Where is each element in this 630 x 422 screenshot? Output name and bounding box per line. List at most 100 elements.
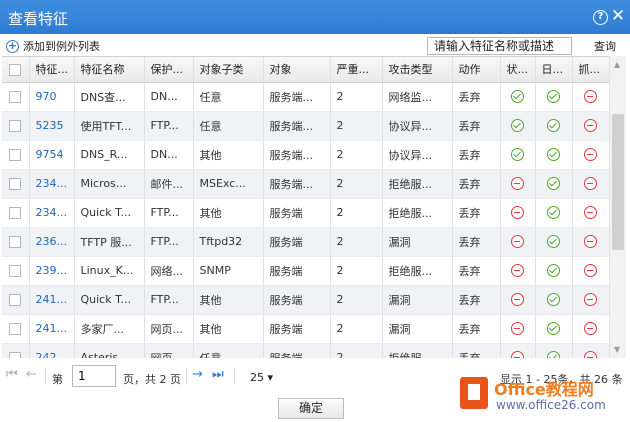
help-icon[interactable]: ?	[593, 10, 608, 25]
vertical-scrollbar[interactable]: ▲ ▼	[609, 56, 626, 358]
minus-circle-icon[interactable]	[584, 148, 597, 162]
column-header[interactable]: 特征名称	[74, 57, 145, 83]
severity-cell: 2	[330, 256, 383, 286]
minus-circle-icon[interactable]	[511, 206, 524, 220]
signature-id-link[interactable]: 234...	[29, 169, 75, 199]
check-circle-icon[interactable]	[547, 119, 560, 133]
protect-object: FTP...	[144, 111, 194, 141]
row-checkbox[interactable]	[2, 285, 30, 315]
column-header[interactable]: 保护...	[144, 57, 194, 83]
check-circle-icon[interactable]	[547, 206, 560, 220]
check-circle-icon[interactable]	[547, 90, 560, 104]
minus-circle-icon[interactable]	[584, 351, 597, 358]
close-icon[interactable]: ✕	[610, 7, 626, 25]
add-to-exception-button[interactable]: + 添加到例外列表	[6, 38, 100, 54]
table-row[interactable]: 236... TFTP 服... FTP... Tftpd32 服务端 2 漏洞 丢弃	[2, 227, 609, 257]
check-circle-icon[interactable]	[547, 293, 560, 307]
check-circle-icon[interactable]	[547, 177, 560, 191]
scroll-down-icon[interactable]: ▼	[614, 345, 620, 354]
first-page-icon[interactable]: ⏮	[6, 367, 18, 382]
minus-circle-icon[interactable]	[511, 235, 524, 249]
select-all-checkbox[interactable]	[2, 57, 30, 83]
action-cell: 丢弃	[452, 111, 501, 141]
minus-circle-icon[interactable]	[511, 322, 524, 336]
row-checkbox[interactable]	[2, 256, 30, 286]
last-page-icon[interactable]: ⏭	[212, 367, 224, 382]
signature-id-link[interactable]: 9754	[29, 140, 75, 170]
minus-circle-icon[interactable]	[584, 90, 597, 104]
minus-circle-icon[interactable]	[584, 206, 597, 220]
table-row[interactable]: 239... Linux_K... 网络... SNMP 服务端 2 拒绝服... 丢弃	[2, 256, 609, 286]
minus-circle-icon[interactable]	[584, 235, 597, 249]
attack-type: 协议异...	[382, 111, 453, 141]
minus-circle-icon[interactable]	[584, 119, 597, 133]
minus-circle-icon[interactable]	[511, 264, 524, 278]
page-number-input[interactable]	[72, 365, 116, 387]
signature-id-link[interactable]: 241...	[29, 314, 75, 344]
table-row[interactable]: 234... Quick T... FTP... 其他 服务端 2 拒绝服... 丢弃	[2, 198, 609, 228]
row-checkbox[interactable]	[2, 169, 30, 199]
check-circle-icon[interactable]	[511, 119, 524, 133]
window-title: 查看特征	[8, 10, 69, 28]
status-cell	[500, 256, 536, 286]
signature-id-link[interactable]: 239...	[29, 256, 75, 286]
scroll-thumb[interactable]	[612, 114, 624, 250]
minus-circle-icon[interactable]	[584, 177, 597, 191]
minus-circle-icon[interactable]	[584, 322, 597, 336]
check-circle-icon[interactable]	[547, 235, 560, 249]
column-header[interactable]: 状...	[500, 57, 536, 83]
protect-object: FTP...	[144, 227, 194, 257]
check-circle-icon[interactable]	[547, 148, 560, 162]
attack-type: 拒绝服...	[382, 343, 453, 358]
column-header[interactable]: 特征...	[29, 57, 75, 83]
row-checkbox[interactable]	[2, 343, 30, 358]
minus-circle-icon[interactable]	[584, 293, 597, 307]
column-header[interactable]: 严重...	[330, 57, 383, 83]
table-row[interactable]: 9754 DNS_R... DN... 其他 服务端... 2 协议异... 丢弃	[2, 140, 609, 170]
signature-id-link[interactable]: 236...	[29, 227, 75, 257]
prev-page-icon[interactable]: ←	[26, 367, 37, 382]
object-cell: 服务端	[263, 227, 331, 257]
query-button[interactable]: 查询	[594, 38, 616, 54]
signature-id-link[interactable]: 970	[29, 82, 75, 112]
column-header[interactable]: 抓...	[572, 57, 609, 83]
signature-id-link[interactable]: 234...	[29, 198, 75, 228]
table-row[interactable]: 241... 多家厂... 网页... 其他 服务端 2 漏洞 丢弃	[2, 314, 609, 344]
page-size-select[interactable]: 25 ▾	[250, 371, 273, 384]
minus-circle-icon[interactable]	[511, 177, 524, 191]
protect-object: FTP...	[144, 198, 194, 228]
row-checkbox[interactable]	[2, 314, 30, 344]
column-header[interactable]: 动作	[452, 57, 501, 83]
column-header[interactable]: 日...	[535, 57, 573, 83]
table-row[interactable]: 234... Micros... 邮件... MSExc... 服务端... 2 拒绝服..…	[2, 169, 609, 199]
confirm-button[interactable]: 确定	[278, 398, 344, 419]
column-header[interactable]: 攻击类型	[382, 57, 453, 83]
check-circle-icon[interactable]	[547, 351, 560, 358]
severity-cell: 2	[330, 285, 383, 315]
signature-id-link[interactable]: 241...	[29, 285, 75, 315]
search-input[interactable]	[427, 37, 572, 55]
row-checkbox[interactable]	[2, 111, 30, 141]
column-header[interactable]: 对象子类	[193, 57, 264, 83]
minus-circle-icon[interactable]	[511, 293, 524, 307]
column-header[interactable]: 对象	[263, 57, 331, 83]
status-cell	[500, 285, 536, 315]
next-page-icon[interactable]: →	[192, 367, 203, 382]
check-circle-icon[interactable]	[547, 322, 560, 336]
scroll-up-icon[interactable]: ▲	[614, 60, 620, 69]
signature-id-link[interactable]: 5235	[29, 111, 75, 141]
row-checkbox[interactable]	[2, 82, 30, 112]
table-row[interactable]: 970 DNS查... DN... 任意 服务端... 2 网络监... 丢弃	[2, 82, 609, 112]
minus-circle-icon[interactable]	[584, 264, 597, 278]
minus-circle-icon[interactable]	[511, 351, 524, 358]
check-circle-icon[interactable]	[511, 148, 524, 162]
row-checkbox[interactable]	[2, 140, 30, 170]
table-row[interactable]: 242... Asteris... 网页... 任意 服务端 2 拒绝服... 丢弃	[2, 343, 609, 358]
table-row[interactable]: 5235 使用TFT... FTP... 任意 服务端... 2 协议异... 丢弃	[2, 111, 609, 141]
signature-id-link[interactable]: 242...	[29, 343, 75, 358]
table-row[interactable]: 241... Quick T... FTP... 其他 服务端 2 漏洞 丢弃	[2, 285, 609, 315]
row-checkbox[interactable]	[2, 198, 30, 228]
check-circle-icon[interactable]	[511, 90, 524, 104]
check-circle-icon[interactable]	[547, 264, 560, 278]
row-checkbox[interactable]	[2, 227, 30, 257]
